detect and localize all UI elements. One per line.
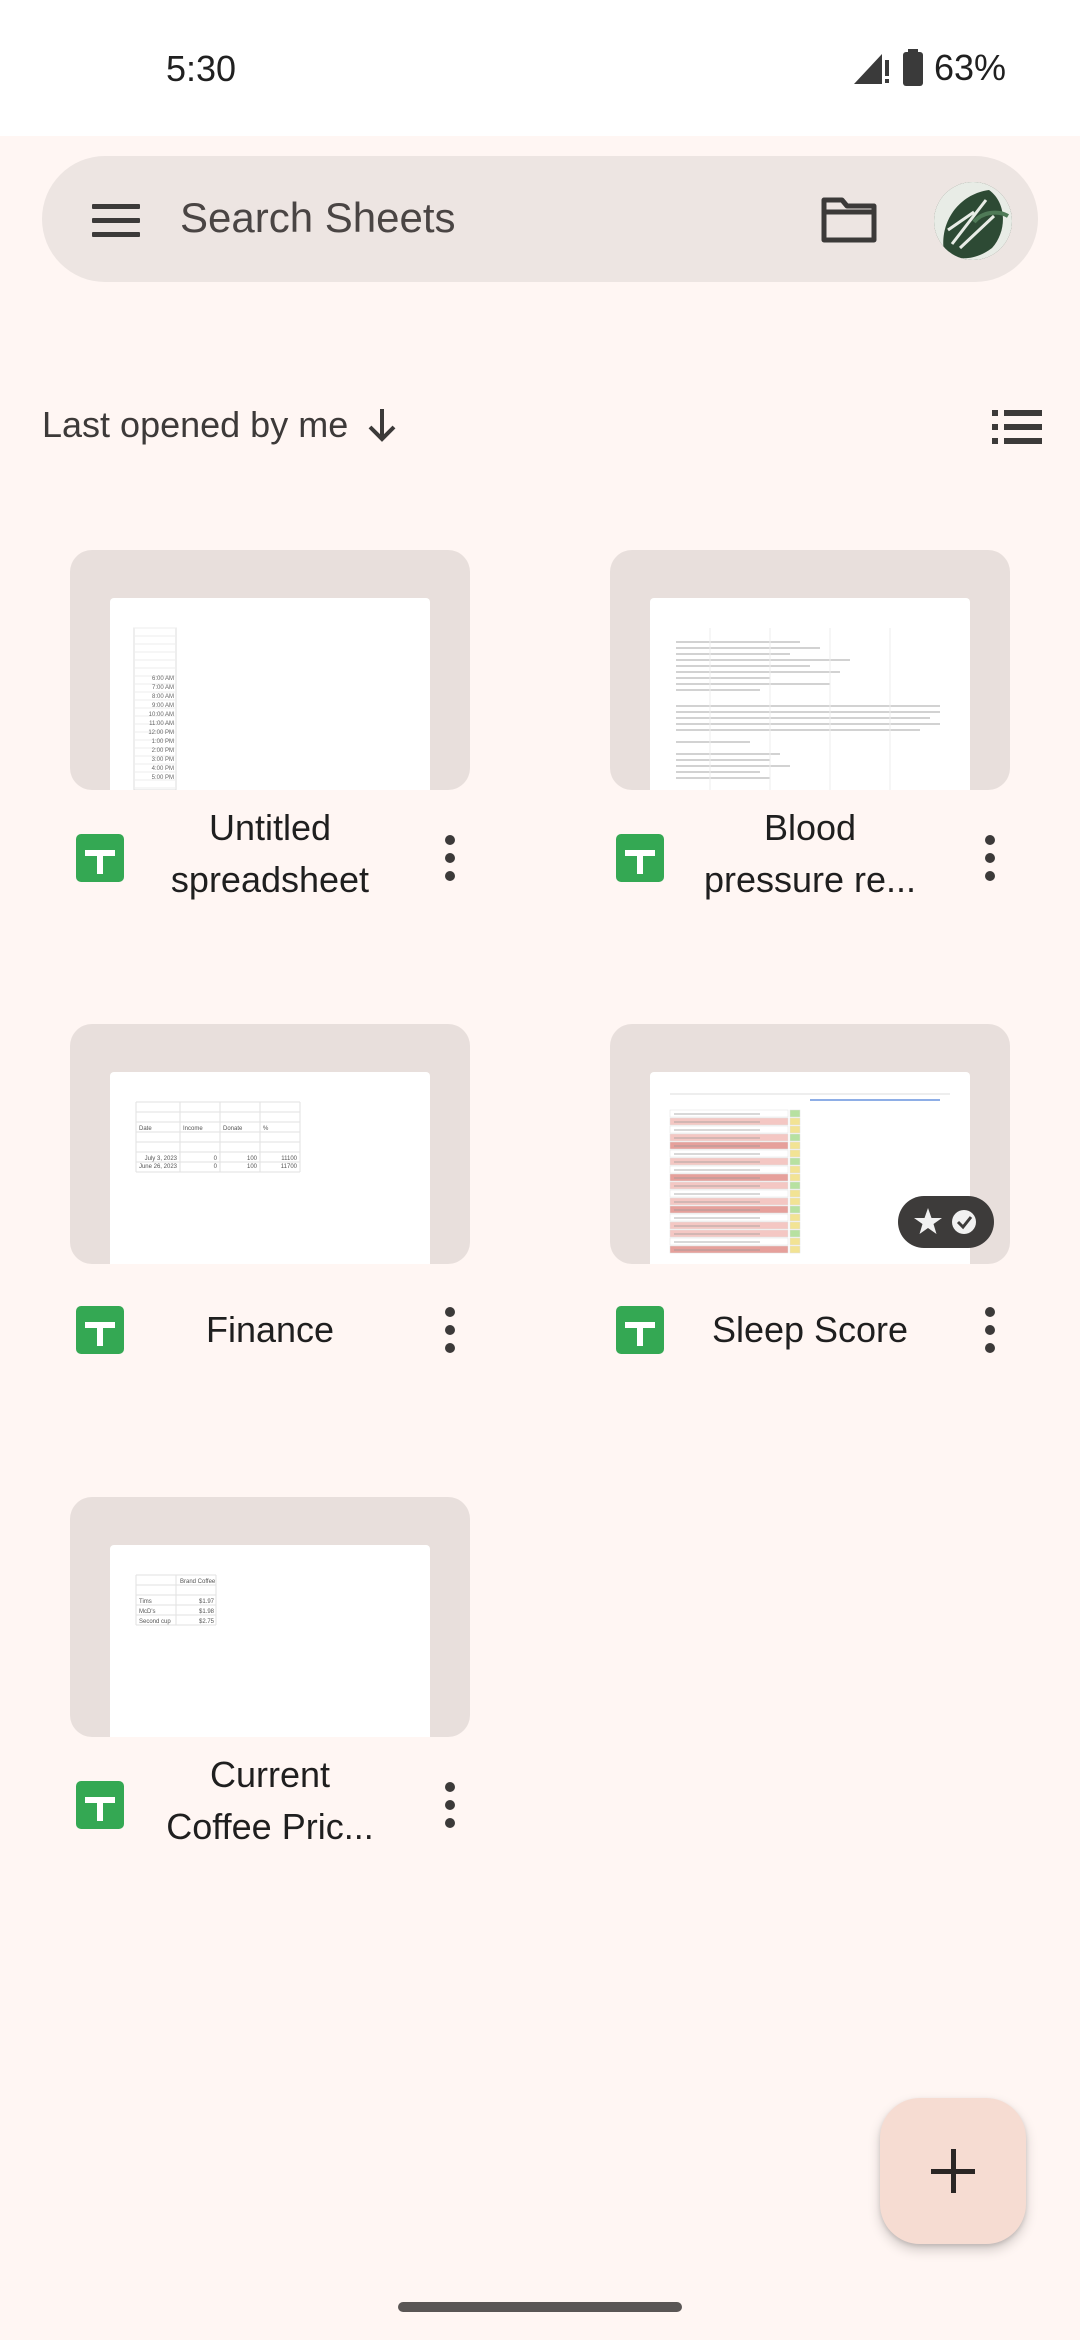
thumbnail-header: Date: [139, 1126, 152, 1132]
thumbnail-cell: 100: [247, 1164, 258, 1170]
file-thumbnail[interactable]: Brand Coffee Tims $1.97 McD's $1.98 Second cu…: [70, 1497, 470, 1737]
thumbnail-time-label: 12:00 PM: [148, 730, 174, 736]
home-indicator: [398, 2302, 682, 2312]
file-thumbnail[interactable]: 6:00 AM 7:00 AM 8:00 AM 9:00 AM 10:00 AM 11:0…: [70, 550, 470, 790]
sheets-icon: [76, 1781, 124, 1829]
sheets-icon: [616, 1306, 664, 1354]
thumbnail-time-label: 1:00 PM: [152, 739, 174, 745]
file-thumbnail[interactable]: [610, 550, 1010, 790]
sheets-icon: [616, 834, 664, 882]
file-card-sleep-score[interactable]: Sleep Score: [610, 1024, 1010, 1354]
thumbnail-grid: 6:00 AM 7:00 AM 8:00 AM 9:00 AM 10:00 AM 11:0…: [133, 627, 177, 790]
sort-label[interactable]: Last opened by me: [42, 404, 348, 446]
file-title[interactable]: Sleep Score: [682, 1304, 938, 1356]
thumbnail-cell: $2.75: [199, 1619, 215, 1625]
thumbnail-cell: June 26, 2023: [139, 1164, 178, 1170]
thumbnail-header: Income: [183, 1126, 203, 1132]
thumbnail-grid: Brand Coffee Tims $1.97 McD's $1.98 Second cu…: [135, 1574, 217, 1626]
thumbnail-header: %: [263, 1126, 269, 1132]
thumbnail-cell: McD's: [139, 1609, 155, 1615]
file-card-finance[interactable]: Date Income Donate% July 3, 2023 0 100 11100 Ju…: [70, 1024, 470, 1354]
file-card-untitled-spreadsheet[interactable]: 6:00 AM 7:00 AM 8:00 AM 9:00 AM 10:00 AM 11:0…: [70, 550, 470, 910]
arrow-down-icon[interactable]: [362, 405, 402, 445]
thumbnail-page: 6:00 AM 7:00 AM 8:00 AM 9:00 AM 10:00 AM 11:0…: [110, 598, 430, 790]
file-title[interactable]: Untitled spreadsheet: [142, 802, 398, 906]
more-options-icon[interactable]: [434, 1779, 466, 1831]
thumbnail-cell: July 3, 2023: [145, 1156, 178, 1162]
create-new-button[interactable]: [880, 2098, 1026, 2244]
file-card-blood-pressure[interactable]: Blood pressure re...: [610, 550, 1010, 910]
menu-icon[interactable]: [90, 194, 142, 246]
thumbnail-time-label: 11:00 AM: [149, 721, 174, 727]
status-bar: 5:30 63%: [0, 0, 1080, 136]
file-title[interactable]: Finance: [142, 1304, 398, 1356]
thumbnail-text-lines: [676, 628, 940, 790]
thumbnail-cell: 11100: [281, 1156, 297, 1162]
more-options-icon[interactable]: [974, 1304, 1006, 1356]
status-icons: 63%: [852, 46, 1006, 90]
search-bar[interactable]: Search Sheets: [42, 156, 1038, 282]
sheets-icon: [76, 834, 124, 882]
thumbnail-cell: Second cup: [139, 1619, 171, 1625]
thumbnail-time-label: 2:00 PM: [152, 748, 174, 754]
sheets-icon: [76, 1306, 124, 1354]
thumbnail-grid: Date Income Donate % July 3, 2023 0 100 11100 Ju…: [135, 1101, 301, 1173]
thumbnail-page: [650, 598, 970, 790]
thumbnail-cell: $1.98: [199, 1609, 215, 1615]
star-icon: [914, 1208, 976, 1234]
thumbnail-cell: $1.97: [199, 1599, 215, 1605]
monstera-leaf-icon: [934, 182, 1012, 260]
thumbnail-time-label: 8:00 AM: [152, 694, 174, 700]
plus-icon: [931, 2149, 975, 2193]
thumbnail-page: Date Income Donate% July 3, 2023 0 100 11100 Ju…: [110, 1072, 430, 1264]
thumbnail-header: Brand Coffee: [180, 1579, 216, 1585]
thumbnail-cell: 100: [247, 1156, 258, 1162]
more-options-icon[interactable]: [434, 1304, 466, 1356]
battery-percent: 63%: [933, 47, 1006, 88]
more-options-icon[interactable]: [974, 832, 1006, 884]
thumbnail-time-label: 4:00 PM: [152, 766, 174, 772]
file-thumbnail[interactable]: [610, 1024, 1010, 1264]
thumbnail-cell: 0: [214, 1164, 218, 1170]
more-options-icon[interactable]: [434, 832, 466, 884]
thumbnail-header: Donate: [223, 1126, 243, 1132]
file-title[interactable]: Blood pressure re...: [682, 802, 938, 906]
thumbnail-time-label: 10:00 AM: [149, 712, 174, 718]
thumbnail-time-label: 5:00 PM: [152, 775, 174, 781]
file-card-current-coffee-prices[interactable]: Brand Coffee Tims $1.97 McD's $1.98 Second cu…: [70, 1497, 470, 1857]
thumbnail-cell: 11700: [281, 1164, 298, 1170]
account-avatar[interactable]: [934, 182, 1012, 260]
list-view-icon[interactable]: [990, 404, 1044, 450]
battery-icon: [902, 49, 923, 86]
starred-offline-badge: [898, 1196, 994, 1248]
thumbnail-time-label: 3:00 PM: [152, 757, 174, 763]
thumbnail-cell: Tims: [139, 1599, 152, 1605]
thumbnail-page: Brand Coffee Tims $1.97 McD's $1.98 Second cu…: [110, 1545, 430, 1737]
status-time: 5:30: [166, 48, 237, 89]
sort-control[interactable]: Last opened by me: [42, 400, 402, 450]
file-title[interactable]: Current Coffee Pric...: [142, 1749, 398, 1853]
thumbnail-time-label: 6:00 AM: [152, 676, 174, 682]
thumbnail-time-label: 9:00 AM: [152, 703, 174, 709]
search-input[interactable]: Search Sheets: [180, 194, 456, 242]
thumbnail-cell: 0: [214, 1156, 218, 1162]
thumbnail-time-label: 7:00 AM: [152, 685, 174, 691]
file-thumbnail[interactable]: Date Income Donate% July 3, 2023 0 100 11100 Ju…: [70, 1024, 470, 1264]
signal-icon: [853, 54, 889, 84]
folder-icon[interactable]: [820, 192, 878, 246]
